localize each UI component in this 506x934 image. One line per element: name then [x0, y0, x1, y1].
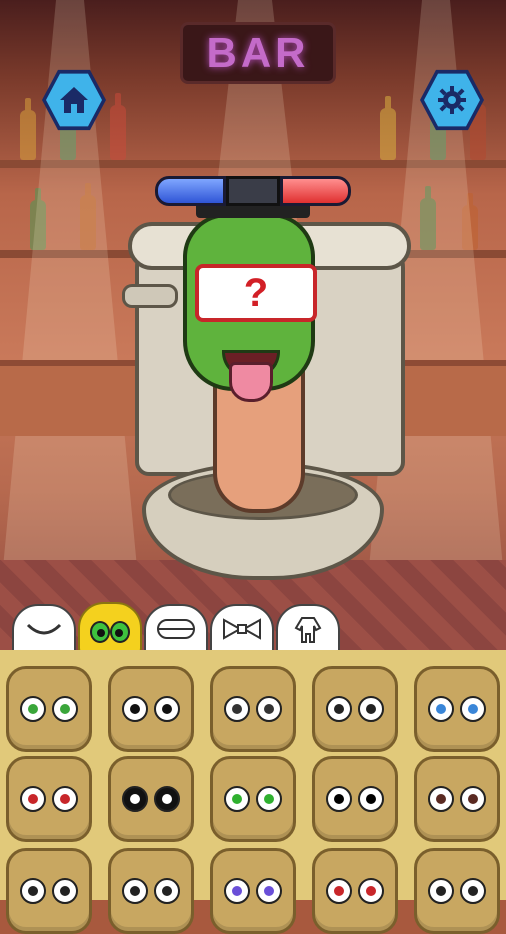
eye-icon — [20, 696, 46, 722]
question-mark: ? — [243, 270, 269, 315]
bottle — [380, 96, 396, 160]
eye-icon — [326, 786, 352, 812]
eye-icon — [224, 696, 250, 722]
toilet-handle — [122, 284, 178, 308]
tab-mouth[interactable] — [12, 604, 76, 654]
eye-option-bright-green-eyes[interactable] — [210, 756, 296, 842]
eyes-icon — [90, 621, 130, 643]
eye-icon — [20, 878, 46, 904]
eye-option-white-eyes[interactable] — [108, 756, 194, 842]
gear-icon — [438, 86, 466, 114]
eye-option-teary-eyes[interactable] — [210, 666, 296, 752]
eye-option-narrow-eyes[interactable] — [414, 756, 500, 842]
eye-icon — [20, 786, 46, 812]
eye-icon — [326, 878, 352, 904]
eye-icon — [460, 696, 486, 722]
eye-option-red-strain-eyes[interactable] — [6, 756, 92, 842]
tab-teeth[interactable] — [144, 604, 208, 654]
eye-icon — [52, 696, 78, 722]
eye-option-closed-eyes[interactable] — [6, 848, 92, 934]
eye-icon — [428, 696, 454, 722]
eye-icon — [256, 878, 282, 904]
eye-option-sad-eyes[interactable] — [414, 848, 500, 934]
eye-icon — [358, 696, 384, 722]
eye-icon — [256, 696, 282, 722]
eye-icon — [122, 696, 148, 722]
eye-option-one-eye[interactable] — [210, 848, 296, 934]
eye-icon — [52, 878, 78, 904]
eye-icon — [224, 878, 250, 904]
eye-icon — [428, 786, 454, 812]
tab-bowtie[interactable] — [210, 604, 274, 654]
eye-icon — [122, 786, 148, 812]
eye-option-cartoon-eyes[interactable] — [312, 666, 398, 752]
eye-option-angry-eyes[interactable] — [312, 848, 398, 934]
eye-icon — [154, 878, 180, 904]
teeth-icon — [157, 619, 195, 639]
mouth-icon — [26, 623, 62, 635]
eye-icon — [460, 786, 486, 812]
home-icon — [60, 87, 88, 113]
eye-icon — [460, 878, 486, 904]
eye-icon — [52, 786, 78, 812]
body-icon — [294, 617, 322, 643]
siren-hat — [155, 176, 351, 206]
eye-icon — [154, 786, 180, 812]
eye-icon — [326, 696, 352, 722]
eye-icon — [224, 786, 250, 812]
eye-icon — [358, 786, 384, 812]
mystery-eyes-slot: ? — [195, 264, 317, 322]
tongue — [229, 362, 273, 402]
eye-icon — [154, 696, 180, 722]
eye-option-green-eyes[interactable] — [6, 666, 92, 752]
bottle — [20, 98, 36, 160]
bottle — [110, 93, 126, 160]
eye-option-blue-eyes[interactable] — [414, 666, 500, 752]
eye-icon — [358, 878, 384, 904]
eye-icon — [256, 786, 282, 812]
bowtie-icon — [223, 618, 261, 640]
eye-option-oval-black-eyes[interactable] — [108, 666, 194, 752]
tab-body[interactable] — [276, 604, 340, 654]
eye-icon — [428, 878, 454, 904]
eye-icon — [122, 878, 148, 904]
eye-option-dark-eyes[interactable] — [312, 756, 398, 842]
bar-sign: BAR — [180, 22, 336, 84]
eye-option-round-eyes[interactable] — [108, 848, 194, 934]
